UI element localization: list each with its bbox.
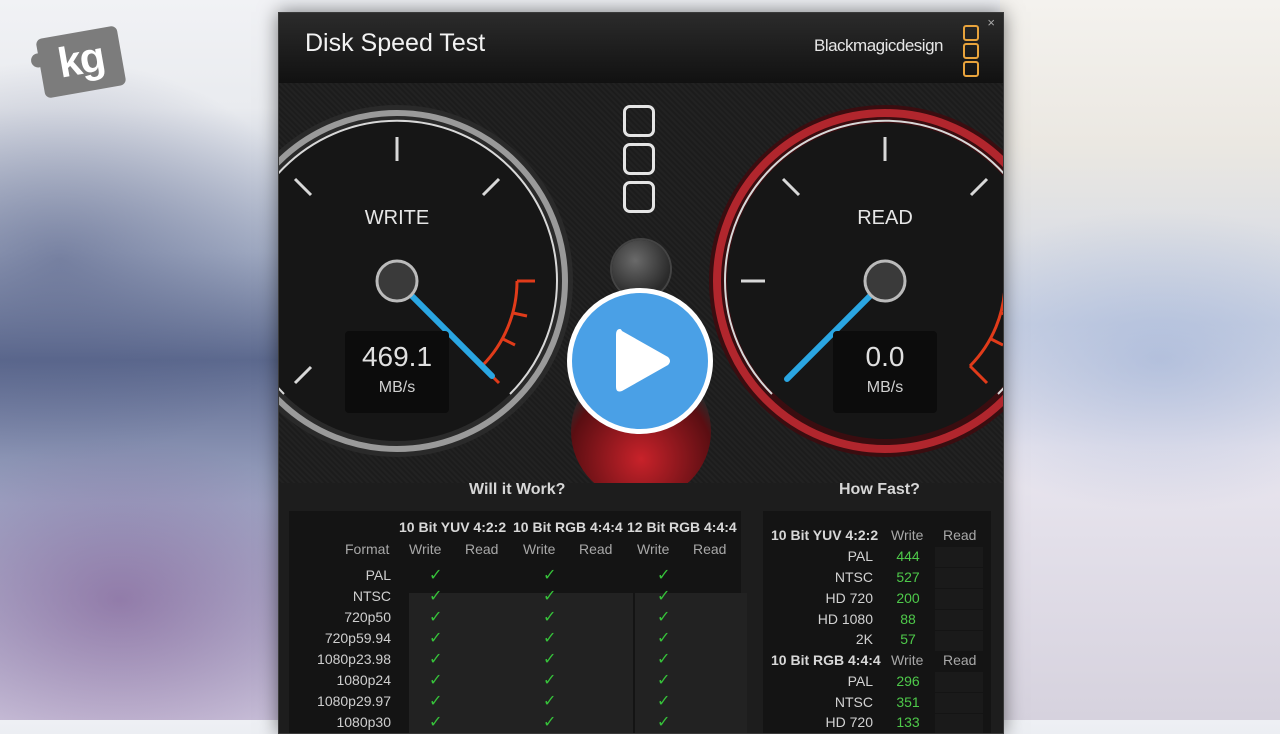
rgb444-12-read-header: Read [693, 541, 727, 557]
format-1080p23-98: 1080p23.98 [317, 651, 391, 667]
hf-rgb444-read-header: Read [943, 652, 977, 668]
check-icon: ✓ [543, 693, 557, 710]
hf-yuv422-write-header: Write [891, 527, 924, 543]
hf-row-label: NTSC [834, 694, 873, 710]
hf-section-rgb444-header: 10 Bit RGB 4:4:4 [771, 652, 881, 668]
hf-row-label: HD 720 [825, 714, 873, 730]
hf-yuv422-read-header: Read [943, 527, 977, 543]
format-720p50: 720p50 [344, 609, 391, 625]
check-icon: ✓ [543, 714, 557, 731]
read-readout: 0.0 MB/s [833, 331, 937, 413]
check-icon: ✓ [657, 714, 671, 731]
check-icon: ✓ [543, 567, 557, 584]
hf-rgb444-write-header: Write [891, 652, 924, 668]
check-icon: ✓ [657, 630, 671, 647]
rgb444-12-write-header: Write [637, 541, 670, 557]
format-column-header: Format [345, 541, 390, 557]
background-blur-left [0, 0, 280, 720]
check-icon: ✓ [543, 609, 557, 626]
background-blur-right [1000, 0, 1280, 720]
write-speed-unit: MB/s [378, 379, 416, 396]
hf-write-value: 296 [896, 673, 920, 689]
check-icon: ✓ [429, 609, 443, 626]
format-ntsc: NTSC [352, 588, 391, 604]
check-icon: ✓ [543, 630, 557, 647]
check-icon: ✓ [657, 567, 671, 584]
format-1080p24: 1080p24 [336, 672, 391, 688]
hf-row-label: HD 1080 [817, 611, 873, 627]
will-it-work-title: Will it Work? [469, 481, 566, 498]
brand-logo-icon [963, 25, 979, 77]
check-icon: ✓ [543, 651, 557, 668]
how-fast-table: 10 Bit YUV 4:2:2 Write Read PAL 444 NTSC… [763, 511, 991, 733]
format-1080p29-97: 1080p29.97 [317, 693, 391, 709]
hf-row-label: PAL [847, 673, 873, 689]
hf-write-value: 57 [900, 631, 916, 647]
check-icon: ✓ [543, 588, 557, 605]
group-header-rgb444-12: 12 Bit RGB 4:4:4 [627, 519, 737, 535]
write-gauge-label: WRITE [364, 207, 430, 229]
window-title: Disk Speed Test [305, 29, 486, 57]
rgb444-10-read-header: Read [579, 541, 613, 557]
check-icon: ✓ [657, 672, 671, 689]
hf-write-value: 527 [896, 569, 920, 585]
check-icon: ✓ [657, 609, 671, 626]
results-panel: Will it Work? How Fast? 10 Bit YUV 4:2:2… [279, 481, 1003, 733]
hf-write-value: 88 [900, 611, 916, 627]
hf-write-value: 444 [896, 548, 920, 564]
format-1080p30: 1080p30 [336, 714, 391, 730]
check-icon: ✓ [657, 651, 671, 668]
will-it-work-table: 10 Bit YUV 4:2:2 10 Bit RGB 4:4:4 12 Bit… [289, 511, 747, 733]
group-header-rgb444-10: 10 Bit RGB 4:4:4 [513, 519, 623, 535]
brand-name: Blackmagicdesign [813, 36, 944, 55]
rgb444-10-write-header: Write [523, 541, 556, 557]
hf-section-yuv422-header: 10 Bit YUV 4:2:2 [771, 527, 879, 543]
check-icon: ✓ [429, 651, 443, 668]
read-speed-unit: MB/s [866, 379, 904, 396]
read-speed-value: 0.0 [865, 341, 905, 372]
yuv422-read-header: Read [465, 541, 499, 557]
check-icon: ✓ [429, 672, 443, 689]
video-play-button[interactable] [567, 288, 713, 434]
write-gauge: WRITE 469.1 MB/s [279, 101, 577, 461]
format-pal: PAL [365, 567, 391, 583]
hf-write-value: 200 [896, 590, 920, 606]
close-icon[interactable]: × [987, 15, 995, 30]
check-icon: ✓ [543, 672, 557, 689]
format-720p59-94: 720p59.94 [324, 630, 391, 646]
write-readout: 469.1 MB/s [345, 331, 449, 413]
how-fast-title: How Fast? [839, 481, 920, 498]
hf-row-label: PAL [847, 548, 873, 564]
hf-write-value: 351 [896, 694, 920, 710]
yuv422-write-header: Write [409, 541, 442, 557]
check-icon: ✓ [429, 630, 443, 647]
read-gauge-label: READ [857, 207, 913, 229]
check-icon: ✓ [657, 588, 671, 605]
hf-row-label: NTSC [834, 569, 873, 585]
title-bar: Disk Speed Test Blackmagicdesign × [279, 13, 1003, 84]
blackmagic-center-logo-icon [623, 105, 659, 215]
check-icon: ✓ [429, 567, 443, 584]
hf-write-value: 133 [896, 714, 920, 730]
play-icon [616, 329, 670, 392]
hf-row-label: HD 720 [825, 590, 873, 606]
check-icon: ✓ [429, 714, 443, 731]
check-icon: ✓ [429, 588, 443, 605]
check-icon: ✓ [657, 693, 671, 710]
check-icon: ✓ [429, 693, 443, 710]
hf-row-label: 2K [855, 631, 873, 647]
read-gauge: READ 0.0 MB/s [705, 101, 1003, 461]
write-speed-value: 469.1 [361, 341, 433, 372]
group-header-yuv422: 10 Bit YUV 4:2:2 [399, 519, 507, 535]
